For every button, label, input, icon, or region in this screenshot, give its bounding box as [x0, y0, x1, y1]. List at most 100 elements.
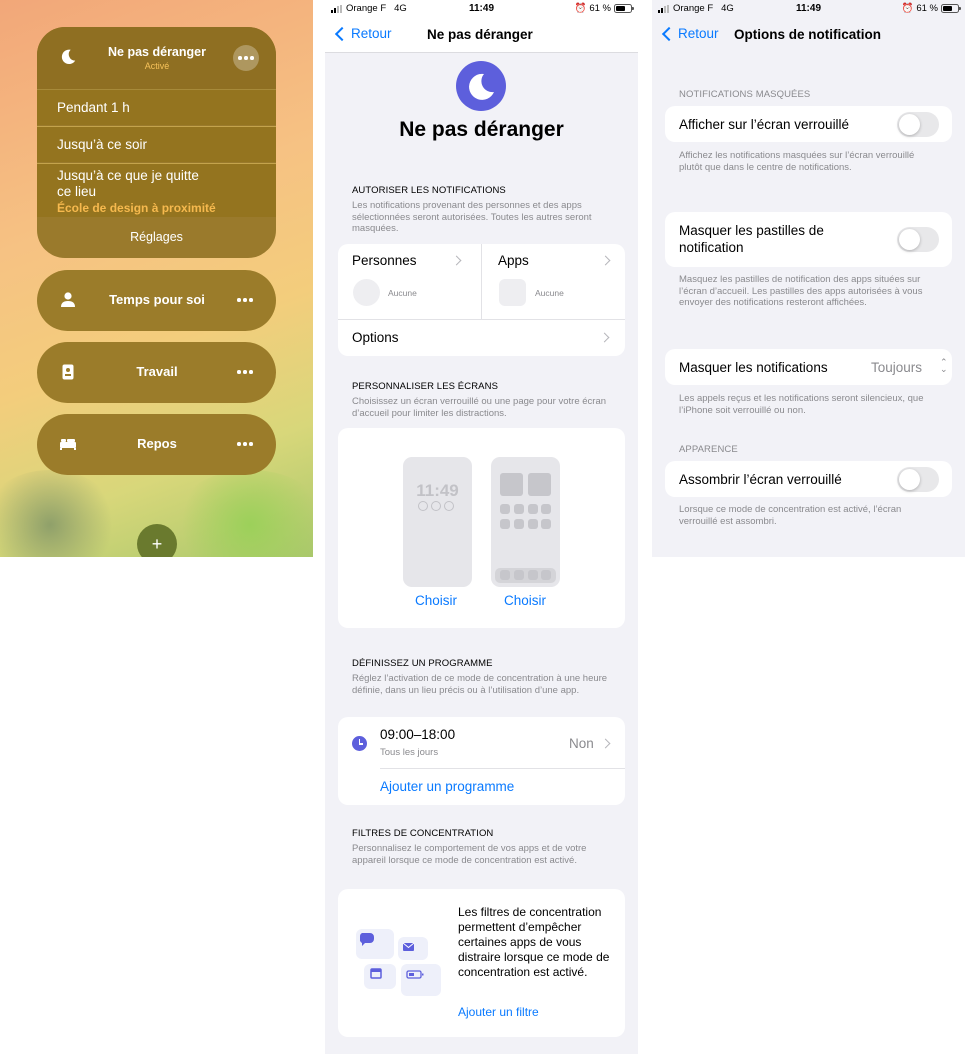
silence-label: Masquer les notifications [679, 360, 828, 375]
choose-lock-screen-button[interactable]: Choisir [415, 593, 457, 608]
page-title: Ne pas déranger [399, 118, 564, 141]
add-focus-button[interactable]: + [137, 524, 177, 557]
allow-notifications-group: Personnes Aucune Apps Aucune Options [338, 244, 625, 356]
hide-badges-toggle[interactable] [897, 227, 939, 252]
ellipsis-icon [237, 298, 253, 302]
schedule-group: 09:00–18:00 Tous les jours Non Ajouter u… [338, 717, 625, 805]
message-icon [356, 929, 394, 959]
chevron-right-icon [599, 332, 610, 343]
navigation-bar: Retour Ne pas déranger [325, 18, 638, 53]
more-options-button[interactable] [232, 287, 258, 313]
more-options-button[interactable] [232, 431, 258, 457]
dnd-focus-card: Ne pas déranger Activé Pendant 1 h Jusqu… [37, 27, 276, 258]
lock-screen-time: 11:49 [416, 481, 459, 500]
status-bar: Orange F 4G 11:49 ⏰ 61 % [652, 0, 965, 18]
back-label: Retour [678, 26, 719, 41]
section-header: NOTIFICATIONS MASQUÉES [679, 89, 811, 100]
apps-cell[interactable]: Apps Aucune [482, 244, 625, 319]
ellipsis-icon [237, 442, 253, 446]
silence-value: Toujours [871, 360, 923, 375]
dnd-header[interactable]: Ne pas déranger Activé [37, 27, 276, 89]
filters-body: Les filtres de concentration permettent … [458, 905, 610, 979]
options-label: Options [352, 330, 399, 345]
add-schedule-button[interactable]: Ajouter un programme [380, 779, 514, 794]
location-label: École de design à proximité [57, 201, 216, 215]
battery-percent: 61 % [916, 3, 938, 14]
hide-badges-footer: Masquez les pastilles de notification de… [679, 274, 923, 308]
hide-badges-label: Masquer les pastilles de notification [679, 223, 824, 255]
more-options-button[interactable] [233, 45, 259, 71]
show-lock-toggle[interactable] [897, 112, 939, 137]
widget-placeholder-icon [418, 501, 454, 511]
schedule-time: 09:00–18:00 [380, 727, 456, 742]
section-description: Les notifications provenant des personne… [352, 200, 592, 234]
focus-mode-label: Temps pour soi [109, 292, 205, 307]
badge-icon [62, 364, 74, 380]
section-description: Choisissez un écran verrouillé ou une pa… [352, 396, 607, 419]
people-cell[interactable]: Personnes Aucune [338, 244, 481, 319]
options-row[interactable]: Options [338, 320, 625, 356]
add-filter-button[interactable]: Ajouter un filtre [458, 1005, 539, 1019]
more-options-button[interactable] [232, 359, 258, 385]
apps-value: Aucune [535, 288, 564, 298]
focus-mode-work[interactable]: Travail [37, 342, 276, 403]
section-header: FILTRES DE CONCENTRATION [352, 828, 494, 839]
moon-icon [61, 49, 76, 65]
battery-icon [614, 4, 634, 13]
section-header: PERSONNALISER LES ÉCRANS [352, 381, 498, 392]
chevron-left-icon [334, 26, 350, 41]
dim-lock-toggle[interactable] [897, 467, 939, 492]
battery-percent: 61 % [589, 3, 611, 14]
apps-placeholder [499, 279, 526, 306]
moon-icon [456, 61, 506, 111]
back-label: Retour [351, 26, 392, 41]
clock-icon [352, 736, 367, 751]
people-placeholder [353, 279, 380, 306]
bed-icon [60, 439, 76, 450]
lock-screen-preview[interactable]: 11:49 [403, 457, 472, 587]
screens-group: 11:49 Choisir Choisir [338, 428, 625, 628]
choose-home-screen-button[interactable]: Choisir [504, 593, 546, 608]
schedule-row[interactable]: 09:00–18:00 Tous les jours Non [338, 717, 625, 768]
show-lock-label: Afficher sur l’écran verrouillé [679, 117, 850, 132]
duration-one-hour[interactable]: Pendant 1 h [37, 89, 276, 125]
navigation-bar: Retour Options de notification [652, 18, 965, 53]
show-lock-footer: Affichez les notifications masquées sur … [679, 150, 915, 173]
calendar-icon [364, 964, 396, 989]
dnd-title: Ne pas déranger [108, 45, 206, 59]
dnd-settings-screen: Orange F 4G 11:49 ⏰ 61 % Retour Ne pas d… [325, 0, 638, 1054]
schedule-days: Tous les jours [380, 747, 439, 758]
duration-until-leave-label: Jusqu’à ce que je quitte ce lieu [57, 168, 199, 199]
focus-control-panel: Ne pas déranger Activé Pendant 1 h Jusqu… [0, 0, 313, 557]
duration-until-leave[interactable]: Jusqu’à ce que je quitte ce lieu École d… [37, 163, 276, 217]
ellipsis-icon [237, 370, 253, 374]
settings-button[interactable]: Réglages [37, 230, 276, 244]
dim-lock-label: Assombrir l’écran verrouillé [679, 472, 842, 487]
focus-mode-sleep[interactable]: Repos [37, 414, 276, 475]
section-header: AUTORISER LES NOTIFICATIONS [352, 185, 506, 196]
battery-icon [941, 4, 961, 13]
focus-mode-personal[interactable]: Temps pour soi [37, 270, 276, 331]
silence-row[interactable]: Masquer les notifications Toujours ⌃ ⌄ [665, 349, 952, 385]
chevron-right-icon [600, 738, 611, 749]
dnd-status: Activé [144, 61, 170, 71]
alarm-icon: ⏰ [574, 3, 587, 14]
back-button[interactable]: Retour [660, 26, 719, 41]
wallpaper-blur [170, 470, 313, 557]
ellipsis-icon [238, 56, 254, 60]
status-bar: Orange F 4G 11:49 ⏰ 61 % [325, 0, 638, 18]
back-button[interactable]: Retour [333, 26, 392, 41]
nav-title: Ne pas déranger [427, 27, 533, 42]
hide-badges-row: Masquer les pastilles de notification [665, 212, 952, 267]
home-screen-preview[interactable] [491, 457, 560, 587]
nav-title: Options de notification [734, 27, 881, 42]
duration-until-evening[interactable]: Jusqu’à ce soir [37, 126, 276, 162]
battery-icon [401, 964, 441, 996]
people-value: Aucune [388, 288, 417, 298]
section-description: Personnalisez le comportement de vos app… [352, 843, 587, 866]
person-icon [61, 292, 75, 307]
notification-options-screen: Orange F 4G 11:49 ⏰ 61 % Retour Options … [652, 0, 965, 557]
alarm-icon: ⏰ [901, 3, 914, 14]
filters-group: Les filtres de concentration permettent … [338, 889, 625, 1037]
dim-lock-footer: Lorsque ce mode de concentration est act… [679, 504, 902, 527]
